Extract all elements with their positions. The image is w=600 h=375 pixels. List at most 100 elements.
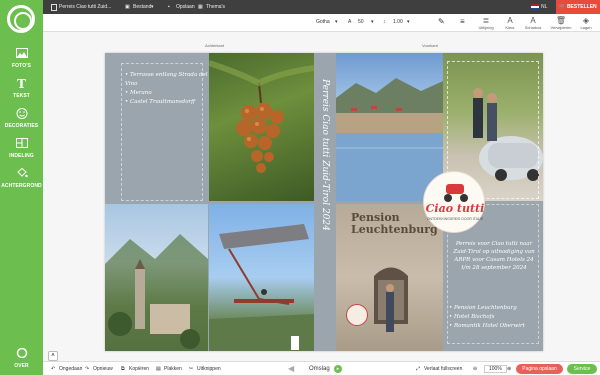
top-bar: Perreis Ciao tutti Zuid... ▣ Bestand ▾ ▪… <box>43 0 600 14</box>
list-item: • Pension Leuchtenburg <box>449 305 517 311</box>
language-selector[interactable]: NL <box>541 4 547 10</box>
zoom-out-button[interactable]: ⊖ <box>473 366 477 372</box>
align-tool[interactable]: ≣ Uitlijning <box>475 16 497 30</box>
logo-subtitle: ONTDEKKINGSREIS DOOR ITALIË <box>426 217 484 221</box>
photo-cablecar[interactable] <box>209 204 314 351</box>
align-left-icon[interactable]: ≡ <box>460 17 465 26</box>
photo-grapes[interactable] <box>208 53 315 201</box>
sidebar-item-label: INDELING <box>9 153 34 159</box>
spine-text: Perreis Ciao tutti Zuid-Tirol 2024 <box>320 79 330 231</box>
font-size-select[interactable]: 50 <box>358 19 364 25</box>
paste-button[interactable]: Plakken <box>164 366 182 372</box>
logo-icon <box>15 347 29 360</box>
sidebar: FOTO'S T TEKST DECORATIES INDELING ACHTE… <box>0 0 43 375</box>
service-button[interactable]: Service <box>567 364 597 374</box>
redo-icon: ↷ <box>85 366 90 372</box>
redo-button[interactable]: Opnieuw <box>93 366 113 372</box>
photobook-spread[interactable]: • Terrasse entlang Strada del Vino • Mer… <box>105 53 543 351</box>
badge-stamp <box>346 304 368 326</box>
zoom-level[interactable]: 100% <box>484 365 507 373</box>
sidebar-item-decorations[interactable]: DECORATIES <box>0 108 43 129</box>
prev-page-icon[interactable]: ◀ <box>288 364 294 373</box>
font-select[interactable]: Gotha <box>316 19 330 25</box>
app-logo[interactable] <box>7 5 35 33</box>
chevron-down-icon: ▾ <box>371 19 374 25</box>
sidebar-item-label: ACHTERGROND <box>1 183 42 189</box>
front-cover-label: Voorkant <box>422 43 438 48</box>
sticker-icon <box>15 108 29 120</box>
trip-text: Perreis voor Ciao tutti naar Zuid-Tirol … <box>453 241 535 271</box>
sidebar-item-text[interactable]: T TEKST <box>0 78 43 99</box>
sidebar-item-label: TEKST <box>13 93 30 99</box>
window-illustration <box>374 267 408 332</box>
logo-stamp <box>291 336 299 350</box>
text-box-places[interactable]: • Terrasse entlang Strada del Vino • Mer… <box>105 53 208 203</box>
fullscreen-icon: ⤢ <box>416 366 421 372</box>
list-item: • Hotel Bischofs <box>449 314 495 320</box>
font-size-icon: A <box>348 19 352 25</box>
zoom-in-button[interactable]: ⊕ <box>507 366 511 372</box>
sidebar-item-layout[interactable]: INDELING <box>0 138 43 159</box>
shadow-tool[interactable]: A Schaduw <box>522 16 544 30</box>
line-height-select[interactable]: 1.00 <box>393 19 403 25</box>
exit-fullscreen-button[interactable]: Verlaat fullscreen <box>424 366 462 372</box>
save-icon: ▪ <box>168 4 170 10</box>
chevron-down-icon: ▾ <box>151 4 154 10</box>
document-title[interactable]: Perreis Ciao tutti Zuid... <box>59 4 111 10</box>
save-page-button[interactable]: Pagina opslaan <box>516 364 563 374</box>
flag-icon <box>531 4 539 12</box>
toolbar: Gotha ▾ A 50 ▾ ↕ 1.00 ▾ ✎ ≡ ≣ Uitlijning… <box>43 14 600 32</box>
save-page-label: Pagina opslaan <box>522 366 557 372</box>
next-page-button[interactable]: ▸ <box>334 365 342 373</box>
page-label: Omslag <box>309 366 330 372</box>
sidebar-item-background[interactable]: ACHTERGROND <box>0 167 43 189</box>
menu-bestand[interactable]: Bestand <box>133 4 151 10</box>
sidebar-item-label: FOTO'S <box>12 63 31 69</box>
line-height-icon: ↕ <box>383 19 386 25</box>
shadow-icon: A <box>530 16 536 25</box>
sidebar-item-label: OVER <box>14 363 29 369</box>
sidebar-item-photos[interactable]: FOTO'S <box>0 48 43 69</box>
sidebar-item-about[interactable]: OVER <box>0 347 43 369</box>
order-button[interactable]: 🛒 BESTELLEN <box>556 0 600 14</box>
places-list: • Terrasse entlang Strada del Vino • Mer… <box>125 71 208 107</box>
layers-tool[interactable]: ◈ Lagen <box>575 16 597 30</box>
delete-tool[interactable]: 🗑 Verwijderen <box>550 16 572 30</box>
grapes-illustration <box>208 60 315 173</box>
sidebar-item-label: DECORATIES <box>4 123 39 129</box>
scroll-up-button[interactable]: ˄ <box>48 351 58 361</box>
cut-button[interactable]: Uitknippen <box>197 366 221 372</box>
tool-label: Verwijderen <box>550 25 572 30</box>
photo-pension[interactable]: Pension Leuchtenburg <box>336 204 443 351</box>
tool-label: Uitlijning <box>478 25 494 30</box>
chevron-right-icon: ▸ <box>336 366 340 372</box>
spine[interactable]: Perreis Ciao tutti Zuid-Tirol 2024 <box>314 53 336 351</box>
color-icon: A <box>507 16 513 25</box>
cart-icon: 🛒 <box>559 4 566 10</box>
list-item: • Castel Trauttmansdorff <box>125 99 196 105</box>
tower-illustration <box>105 234 208 351</box>
photo-tower[interactable] <box>105 204 208 351</box>
pen-icon[interactable]: ✎ <box>438 17 445 26</box>
menu-opslaan[interactable]: Opslaan <box>176 4 195 10</box>
theme-icon: ▦ <box>198 4 203 10</box>
chevron-down-icon: ▾ <box>335 19 338 25</box>
menu-themas[interactable]: Thema's <box>206 4 225 10</box>
hotels-list: • Pension Leuchtenburg • Hotel Bischofs … <box>449 304 525 331</box>
spine-text-wrap: Perreis Ciao tutti Zuid-Tirol 2024 <box>317 65 333 245</box>
color-tool[interactable]: A Kleur <box>499 16 521 30</box>
copy-icon: ⧉ <box>121 366 125 372</box>
bottom-bar: ↶ Ongedaan ↷ Opnieuw ⧉ Kopiëren ▤ Plakke… <box>43 361 600 375</box>
chevron-up-icon: ˄ <box>51 353 55 359</box>
text-icon: T <box>17 77 26 91</box>
logo-title: Ciao tutti <box>425 202 485 215</box>
cablecar-illustration <box>209 224 314 351</box>
undo-button[interactable]: Ongedaan <box>59 366 82 372</box>
document-icon <box>51 4 57 13</box>
layers-icon: ◈ <box>582 16 590 25</box>
tool-label: Lagen <box>580 25 592 30</box>
ciao-tutti-logo[interactable]: Ciao tutti ONTDEKKINGSREIS DOOR ITALIË <box>423 171 485 233</box>
copy-button[interactable]: Kopiëren <box>129 366 149 372</box>
service-label: Service <box>573 366 591 372</box>
paint-bucket-icon <box>15 167 29 180</box>
